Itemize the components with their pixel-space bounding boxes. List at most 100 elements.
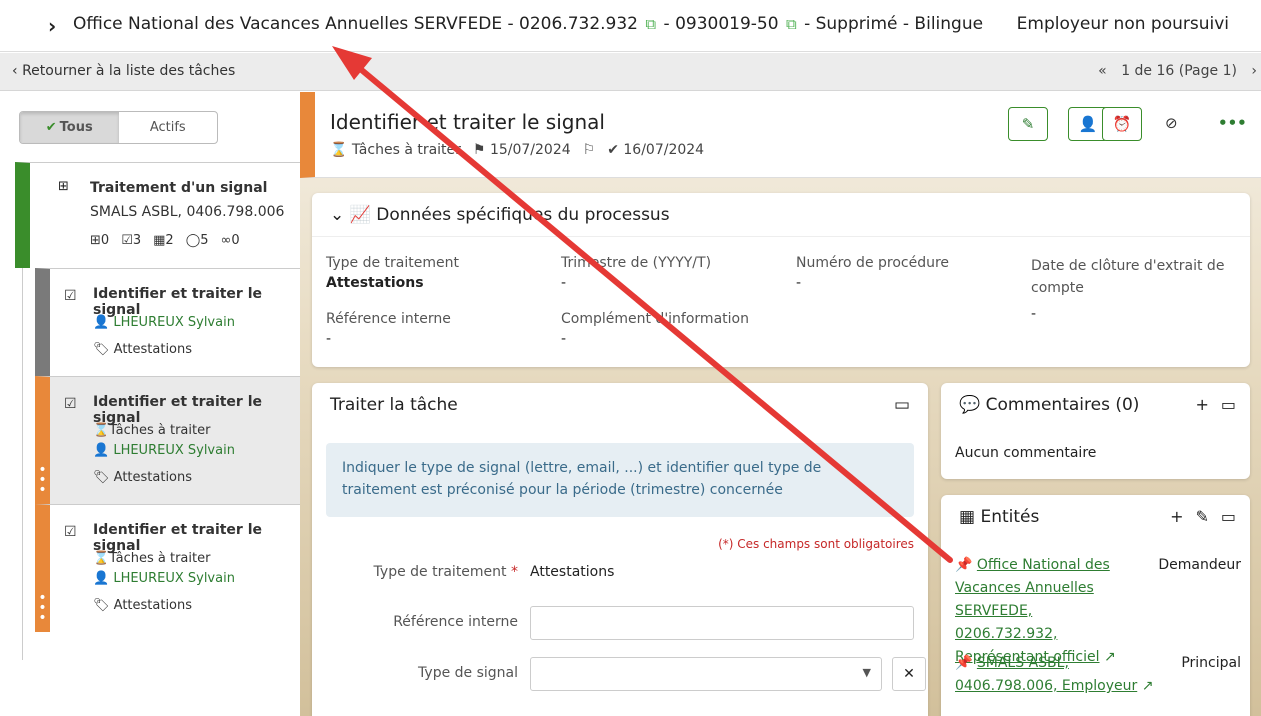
chevron-right-icon[interactable]: ›	[48, 14, 56, 38]
task-item-selected[interactable]: ☑ Identifier et traiter le signal ⌛Tâche…	[35, 376, 300, 504]
task-done-date: ✔ 16/07/2024	[607, 142, 705, 158]
comment-icon: ◯	[185, 233, 201, 248]
process-item[interactable]: ⊞ Traitement d'un signal SMALS ASBL, 040…	[15, 162, 300, 268]
task-title: Identifier et traiter le signal	[93, 394, 262, 426]
task-start-date: ⚑ 15/07/2024	[472, 142, 571, 158]
comments-header: 💬 Commentaires (0) + ▭	[959, 395, 1236, 415]
user-icon: 👤	[93, 443, 110, 458]
process-title: Traitement d'un signal	[90, 180, 268, 196]
eye-slash-icon[interactable]: ⊘	[1165, 114, 1178, 132]
drag-handle-icon[interactable]: • • •	[37, 591, 48, 625]
hourglass-icon: ⌛	[93, 423, 110, 438]
external-link-icon[interactable]: ↗	[1142, 678, 1154, 694]
task-item[interactable]: ☑ Identifier et traiter le signal ⌛Tâche…	[35, 504, 300, 632]
tag-icon: 🏷	[93, 598, 110, 613]
process-subtitle: SMALS ASBL, 0406.798.006	[90, 204, 285, 220]
tree-line	[22, 268, 23, 660]
field-type-traitement: Type de traitement Attestations	[326, 255, 459, 291]
finish-flag-icon: ⚐	[582, 142, 596, 158]
value-type-traitement: Attestations	[530, 564, 615, 580]
task-sidebar: ✔ Tous Actifs ⊞ Traitement d'un signal SM…	[0, 92, 300, 716]
drag-handle-icon[interactable]: • • •	[37, 463, 48, 497]
page-header: › Office National des Vacances Annuelles…	[0, 0, 1261, 52]
entity-link[interactable]: Office National des Vacances Annuelles S…	[955, 557, 1110, 665]
task-status: ⌛ Tâches à traiter	[330, 142, 461, 158]
field-complement: Complément d'information -	[561, 311, 749, 347]
label-type-signal: Type de signal	[418, 665, 518, 681]
add-icon[interactable]: +	[1195, 395, 1208, 414]
field-trimestre: Trimestre de (YYYY/T) -	[561, 255, 712, 291]
process-data-card: ⌄ 📈 Données spécifiques du processus Typ…	[312, 193, 1250, 367]
comment-icon: 💬	[959, 395, 981, 415]
task-title: Identifier et traiter le signal	[93, 286, 262, 318]
toggle-all-button[interactable]: ✔ Tous	[20, 112, 119, 143]
entity-role: Principal	[1181, 655, 1241, 671]
checkbox-icon: ☑	[64, 524, 77, 540]
user-icon: 👤	[93, 571, 110, 586]
hierarchy-icon: ⊞	[58, 179, 69, 194]
type-signal-select[interactable]: ▼	[530, 657, 882, 691]
user-icon: 👤	[93, 315, 110, 330]
entity-role: Demandeur	[1158, 557, 1241, 573]
hourglass-icon: ⌛	[93, 551, 110, 566]
clear-select-button[interactable]: ✕	[892, 657, 926, 691]
chevron-down-icon: ⌄	[330, 205, 345, 225]
tag-icon: 🏷	[93, 342, 110, 357]
stat-comments: ◯5	[185, 233, 209, 248]
tag-icon: 🏷	[93, 470, 110, 485]
copy-icon[interactable]: ⧉	[645, 15, 656, 33]
user-assign-icon: 👤	[1078, 115, 1098, 133]
assignee-link[interactable]: LHEUREUX Sylvain	[113, 443, 235, 458]
task-nav-bar: ‹ Retourner à la liste des tâches « 1 de…	[0, 53, 1261, 91]
pencil-icon: ✎	[1021, 115, 1035, 133]
maximize-icon[interactable]: ▭	[1221, 507, 1236, 526]
checkbox-icon: ☑	[121, 233, 133, 248]
pencil-icon[interactable]: ✎	[1195, 507, 1208, 526]
pager: « 1 de 16 (Page 1) ›	[1088, 63, 1257, 79]
task-tag: 🏷 Attestations	[93, 598, 193, 613]
stat-tasks: ☑3	[121, 233, 142, 248]
main-panel: Identifier et traiter le signal ⌛ Tâches…	[300, 92, 1261, 716]
task-meta: ⌛ Tâches à traiter ⚑ 15/07/2024 ⚐ ✔ 16/0…	[330, 142, 704, 158]
back-to-task-list-link[interactable]: ‹ Retourner à la liste des tâches	[12, 63, 235, 79]
treat-task-card: Traiter la tâche ▭ Indiquer le type de s…	[312, 383, 928, 716]
chevron-left-icon: ‹	[12, 63, 18, 79]
entity-item: 📌 SMALS ASBL, 0406.798.006, Employeur ↗ …	[955, 652, 1241, 698]
assignee-link[interactable]: LHEUREUX Sylvain	[113, 571, 235, 586]
back-label: Retourner à la liste des tâches	[22, 63, 236, 79]
add-icon[interactable]: +	[1170, 507, 1183, 526]
stat-subprocess: ⊞0	[90, 233, 110, 248]
building-icon: ▦	[153, 233, 166, 248]
task-status: ⌛Tâches à traiter	[93, 423, 211, 438]
maximize-icon[interactable]: ▭	[1221, 395, 1236, 414]
task-assignee: 👤 LHEUREUX Sylvain	[93, 315, 235, 330]
reminder-button[interactable]: ⏰	[1102, 107, 1142, 141]
assignee-link[interactable]: LHEUREUX Sylvain	[113, 315, 235, 330]
maximize-icon[interactable]: ▭	[894, 395, 910, 415]
check-icon: ✔	[45, 120, 57, 135]
filter-toggle: ✔ Tous Actifs	[19, 111, 218, 144]
task-item[interactable]: ☑ Identifier et traiter le signal 👤 LHEU…	[35, 268, 300, 376]
field-reference-interne: Référence interne -	[326, 311, 451, 347]
entity-link[interactable]: SMALS ASBL, 0406.798.006, Employeur	[955, 655, 1137, 694]
checkbox-icon: ☑	[64, 396, 77, 412]
toggle-active-button[interactable]: Actifs	[119, 112, 218, 143]
hierarchy-icon: ⊞	[90, 233, 101, 248]
reference-interne-input[interactable]	[530, 606, 914, 640]
employer-status: Employeur non poursuivi	[1016, 14, 1229, 34]
process-data-header[interactable]: ⌄ 📈 Données spécifiques du processus	[312, 193, 1250, 237]
comments-empty: Aucun commentaire	[955, 445, 1097, 461]
comments-card: 💬 Commentaires (0) + ▭ Aucun commentaire	[941, 383, 1250, 479]
edit-button[interactable]: ✎	[1008, 107, 1048, 141]
more-options-icon[interactable]: •••	[1218, 114, 1247, 132]
caret-down-icon: ▼	[862, 666, 871, 679]
flag-icon: ⚑	[472, 142, 486, 158]
task-title: Identifier et traiter le signal	[93, 522, 262, 554]
treat-task-header: Traiter la tâche ▭	[330, 395, 910, 415]
copy-icon[interactable]: ⧉	[786, 15, 797, 33]
first-page-icon[interactable]: «	[1098, 63, 1107, 79]
pager-label: 1 de 16 (Page 1)	[1121, 63, 1237, 79]
next-page-icon[interactable]: ›	[1251, 63, 1257, 79]
stat-entities: ▦2	[153, 233, 174, 248]
label-reference-interne: Référence interne	[393, 614, 518, 630]
